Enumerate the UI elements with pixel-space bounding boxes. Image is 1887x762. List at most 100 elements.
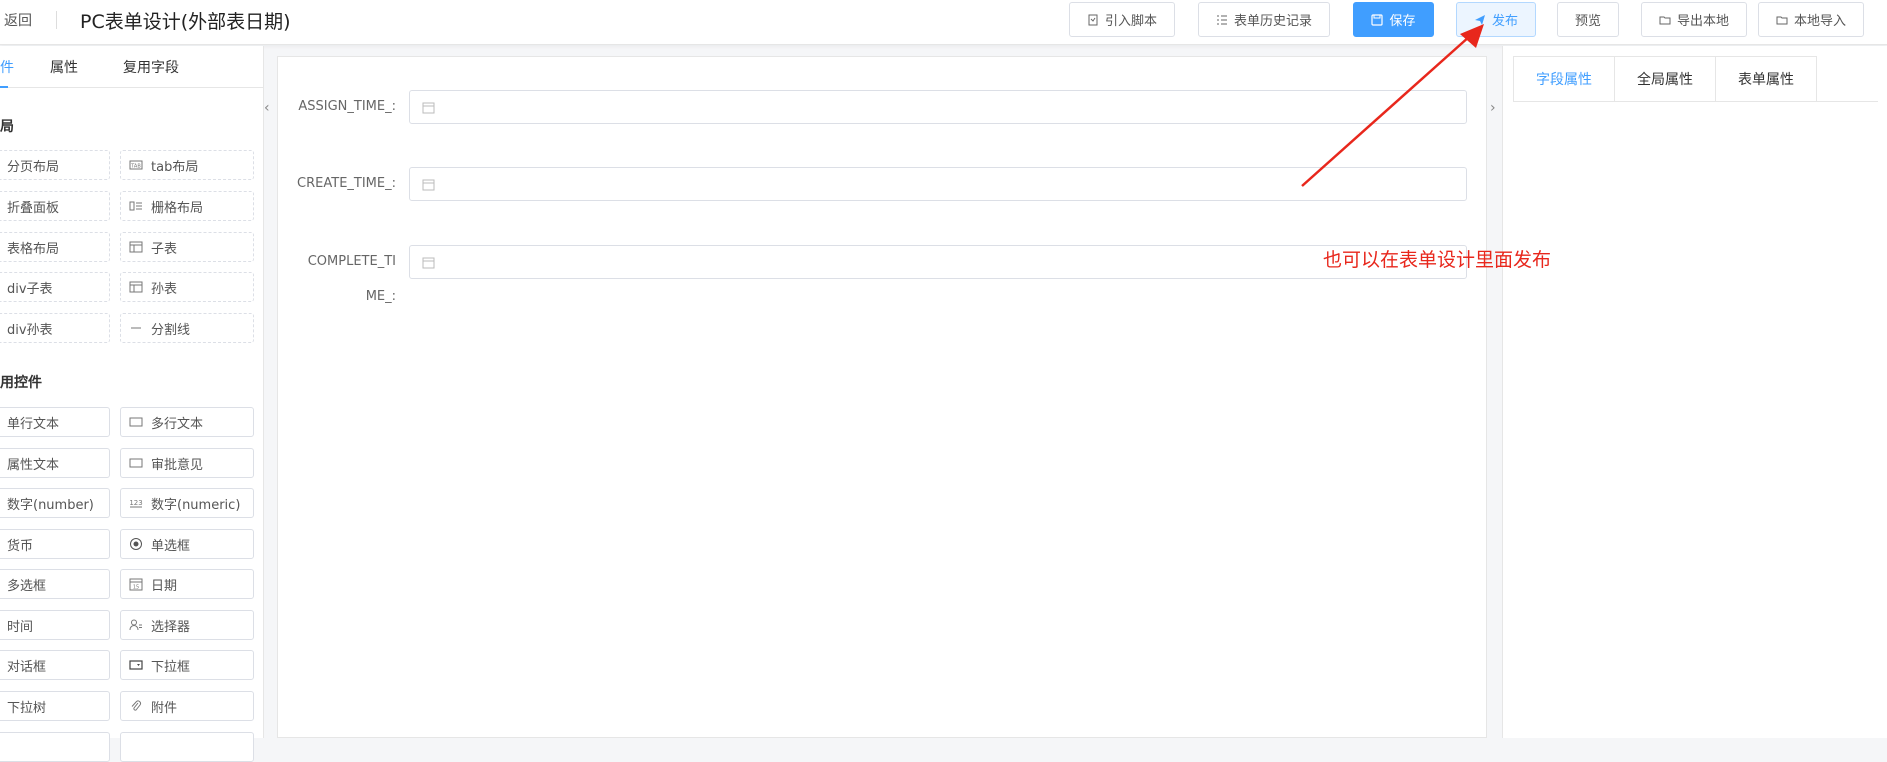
comp-time[interactable]: 时间: [0, 610, 110, 640]
active-tab-indicator: [0, 86, 8, 88]
save-icon: [1371, 13, 1384, 26]
comp-divider[interactable]: 分割线: [120, 313, 254, 343]
comp-label: 审批意见: [151, 457, 204, 473]
comp-currency[interactable]: 货币: [0, 529, 110, 559]
divider-icon: [131, 327, 141, 329]
comp-label: tab布局: [151, 159, 199, 175]
tab-field-properties[interactable]: 字段属性: [1513, 56, 1614, 102]
save-button[interactable]: 保存: [1353, 2, 1434, 37]
comp-label: 子表: [151, 241, 178, 257]
comp-paging-layout[interactable]: 分页布局: [0, 150, 110, 180]
comp-label: 对话框: [7, 659, 47, 675]
svg-text:123: 123: [129, 499, 142, 507]
back-link[interactable]: 返回: [4, 10, 32, 30]
comp-label: 附件: [151, 700, 178, 716]
import-script-button[interactable]: 引入脚本: [1069, 2, 1175, 37]
comp-label: 折叠面板: [7, 200, 60, 216]
component-tabs: 件 属性 复用字段: [0, 46, 264, 88]
comp-tab-layout[interactable]: TAB tab布局: [120, 150, 254, 180]
comp-more-1[interactable]: [0, 732, 110, 762]
tab-form-properties[interactable]: 表单属性: [1715, 56, 1817, 102]
svg-text:15: 15: [133, 585, 139, 591]
comp-dropdown[interactable]: 下拉框: [120, 650, 254, 680]
comp-date[interactable]: 15 日期: [120, 569, 254, 599]
comp-grandchild-table[interactable]: 孙表: [120, 272, 254, 302]
comp-dialog[interactable]: 对话框: [0, 650, 110, 680]
comp-radio[interactable]: 单选框: [120, 529, 254, 559]
calendar-icon: [422, 179, 435, 191]
collapse-left-chevron-icon[interactable]: ‹: [264, 100, 276, 124]
comp-attribute-text[interactable]: 属性文本: [0, 448, 110, 478]
comp-label: 数字(number): [7, 497, 94, 513]
folder-icon: [1659, 16, 1671, 24]
comp-label: 单选框: [151, 538, 191, 554]
complete-time-date-input[interactable]: [409, 245, 1467, 279]
user-selector-icon: [129, 619, 142, 631]
folder-open-icon: [1776, 16, 1788, 24]
comp-collapse-panel[interactable]: 折叠面板: [0, 191, 110, 221]
collapse-right-chevron-icon[interactable]: ›: [1490, 100, 1502, 124]
comp-grid-layout[interactable]: 栅格布局: [120, 191, 254, 221]
field-label-assign-time: ASSIGN_TIME_:: [298, 99, 396, 114]
save-label: 保存: [1389, 14, 1416, 29]
send-icon: [1474, 14, 1485, 25]
export-local-button[interactable]: 导出本地: [1641, 2, 1747, 37]
comp-label: 下拉框: [151, 659, 191, 675]
comp-div-subtable[interactable]: div子表: [0, 272, 110, 302]
comp-selector[interactable]: 选择器: [120, 610, 254, 640]
comp-single-line-text[interactable]: 单行文本: [0, 407, 110, 437]
comp-label: 表格布局: [7, 241, 60, 257]
field-label-complete-time-line2: ME_:: [365, 289, 396, 304]
comp-label: 数字(numeric): [151, 497, 241, 513]
comp-more-2[interactable]: [120, 732, 254, 762]
comp-label: 分割线: [151, 322, 191, 338]
comp-subtable[interactable]: 子表: [120, 232, 254, 262]
grid-icon: [129, 201, 142, 211]
comp-table-layout[interactable]: 表格布局: [0, 232, 110, 262]
assign-time-date-input[interactable]: [409, 90, 1467, 124]
comp-multi-line-text[interactable]: 多行文本: [120, 407, 254, 437]
tab-reuse-fields[interactable]: 复用字段: [123, 57, 179, 77]
comp-label: 属性文本: [7, 457, 60, 473]
comp-checkbox[interactable]: 多选框: [0, 569, 110, 599]
property-panel: 字段属性 全局属性 表单属性: [1502, 46, 1887, 738]
import-local-button[interactable]: 本地导入: [1758, 2, 1864, 37]
comp-approval-opinion[interactable]: 审批意见: [120, 448, 254, 478]
comp-div-grandchild-table[interactable]: div孙表: [0, 313, 110, 343]
calendar-icon: [422, 257, 435, 269]
annotation-text: 也可以在表单设计里面发布: [1323, 249, 1552, 271]
tab-components[interactable]: 件: [0, 57, 14, 77]
comp-label: 分页布局: [7, 159, 60, 175]
import-script-label: 引入脚本: [1104, 14, 1157, 29]
script-icon: [1088, 14, 1098, 25]
create-time-date-input[interactable]: [409, 167, 1467, 201]
property-tabs: 字段属性 全局属性 表单属性: [1513, 56, 1817, 102]
list-icon: [1216, 15, 1227, 24]
paperclip-icon: [131, 700, 141, 711]
history-button[interactable]: 表单历史记录: [1198, 2, 1330, 37]
comp-label: 时间: [7, 619, 34, 635]
numeric-123-icon: 123: [129, 499, 143, 508]
preview-button[interactable]: 预览: [1557, 2, 1619, 37]
tab-icon: TAB: [129, 160, 143, 170]
tab-global-properties[interactable]: 全局属性: [1614, 56, 1715, 102]
field-label-complete-time-line1: COMPLETE_TI: [307, 254, 396, 269]
comp-label: 日期: [151, 578, 178, 594]
import-local-label: 本地导入: [1793, 14, 1846, 29]
comp-label: 货币: [7, 538, 34, 554]
comp-label: div孙表: [7, 322, 53, 338]
comp-label: 下拉树: [7, 700, 47, 716]
subtable-icon: [129, 241, 143, 253]
dropdown-icon: [129, 660, 143, 670]
comp-dropdown-tree[interactable]: 下拉树: [0, 691, 110, 721]
comp-attachment[interactable]: 附件: [120, 691, 254, 721]
tab-properties[interactable]: 属性: [50, 57, 78, 77]
publish-button[interactable]: 发布: [1456, 2, 1536, 37]
comp-label: 多选框: [7, 578, 47, 594]
publish-label: 发布: [1491, 14, 1518, 29]
comp-numeric[interactable]: 123 数字(numeric): [120, 488, 254, 518]
comp-label: 栅格布局: [151, 200, 204, 216]
comp-number[interactable]: 数字(number): [0, 488, 110, 518]
preview-label: 预览: [1574, 14, 1601, 29]
textarea-icon: [129, 417, 143, 427]
